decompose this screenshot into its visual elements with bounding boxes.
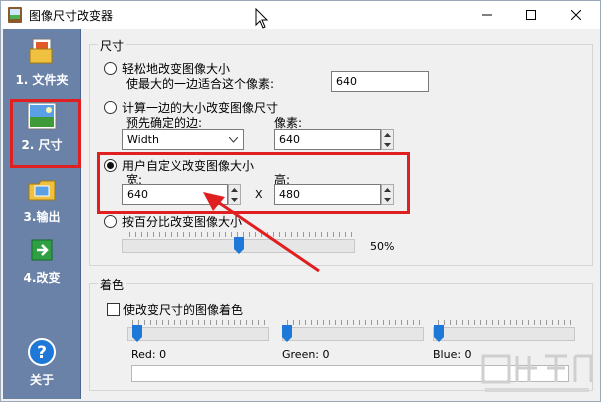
pixels-stepper[interactable] — [381, 129, 394, 150]
mouse-cursor-icon — [255, 8, 269, 29]
watermark-logo — [481, 354, 593, 392]
green-slider-ticks — [287, 320, 421, 325]
app-icon — [8, 7, 22, 23]
percent-label: 按百分比改变图像大小 — [122, 215, 243, 229]
minimize-icon — [482, 14, 492, 16]
custom-size-highlight — [97, 152, 410, 214]
close-button[interactable] — [554, 1, 598, 29]
red-value-label: Red: 0 — [131, 348, 167, 361]
one-side-radio[interactable] — [104, 101, 117, 114]
green-value-label: Green: 0 — [282, 348, 330, 361]
easy-resize-radio[interactable] — [104, 62, 117, 75]
selected-nav-highlight — [10, 99, 81, 168]
edge-select[interactable]: Width — [122, 129, 244, 150]
help-icon: ? — [28, 338, 56, 366]
sidebar-item-label: 关于 — [29, 373, 54, 387]
sidebar-item-change[interactable]: 4.改变 — [3, 235, 81, 293]
sidebar-item-about[interactable]: ? 关于 — [3, 337, 81, 395]
sidebar: 1. 文件夹 2. 尺寸 3.输出 4.改变 ? 关于 — [3, 29, 81, 399]
title-bar[interactable]: 图像尺寸改变器 — [1, 1, 600, 29]
colorize-checkbox[interactable] — [107, 303, 120, 316]
sidebar-item-label: 1. 文件夹 — [15, 73, 69, 87]
close-icon — [571, 10, 581, 20]
blue-value-label: Blue: 0 — [433, 348, 472, 361]
percent-slider-thumb[interactable] — [233, 237, 244, 254]
blue-slider-ticks — [438, 320, 572, 325]
red-slider-thumb[interactable] — [132, 325, 142, 342]
minimize-button[interactable] — [465, 1, 509, 29]
folder-files-icon — [29, 38, 53, 64]
chevron-down-icon — [229, 137, 238, 143]
output-folder-icon — [28, 180, 56, 201]
blue-slider[interactable] — [433, 327, 575, 341]
max-side-label: 使最大的一边适合这个像素: — [126, 77, 275, 91]
max-side-field[interactable]: 640 — [331, 71, 429, 92]
red-slider-ticks — [132, 320, 266, 325]
sidebar-item-label: 3.输出 — [23, 210, 61, 224]
window-title: 图像尺寸改变器 — [29, 9, 114, 23]
maximize-icon — [526, 10, 536, 20]
edge-select-value: Width — [127, 133, 159, 146]
stepper-up-icon[interactable] — [382, 130, 393, 139]
green-slider-thumb[interactable] — [282, 325, 292, 342]
svg-text:?: ? — [37, 343, 47, 363]
size-group-title: 尺寸 — [98, 37, 127, 54]
red-slider[interactable] — [127, 327, 269, 341]
green-arrow-icon — [31, 239, 53, 261]
percent-value: 50% — [370, 240, 395, 253]
pixels-field[interactable]: 640 — [274, 129, 381, 150]
colorize-label: 使改变尺寸的图像着色 — [123, 303, 244, 317]
blue-slider-thumb[interactable] — [434, 325, 444, 342]
sidebar-item-label: 4.改变 — [23, 271, 61, 285]
app-window: 图像尺寸改变器 1. 文件夹 2. 尺寸 3.输出 4.改变 ? 关于 尺寸 轻… — [0, 0, 601, 402]
percent-radio[interactable] — [104, 215, 117, 228]
sidebar-item-folder[interactable]: 1. 文件夹 — [3, 37, 81, 95]
maximize-button[interactable] — [509, 1, 553, 29]
color-group-title: 着色 — [98, 276, 127, 293]
sidebar-item-output[interactable]: 3.输出 — [3, 174, 81, 232]
stepper-down-icon[interactable] — [382, 140, 393, 149]
green-slider[interactable] — [282, 327, 424, 341]
